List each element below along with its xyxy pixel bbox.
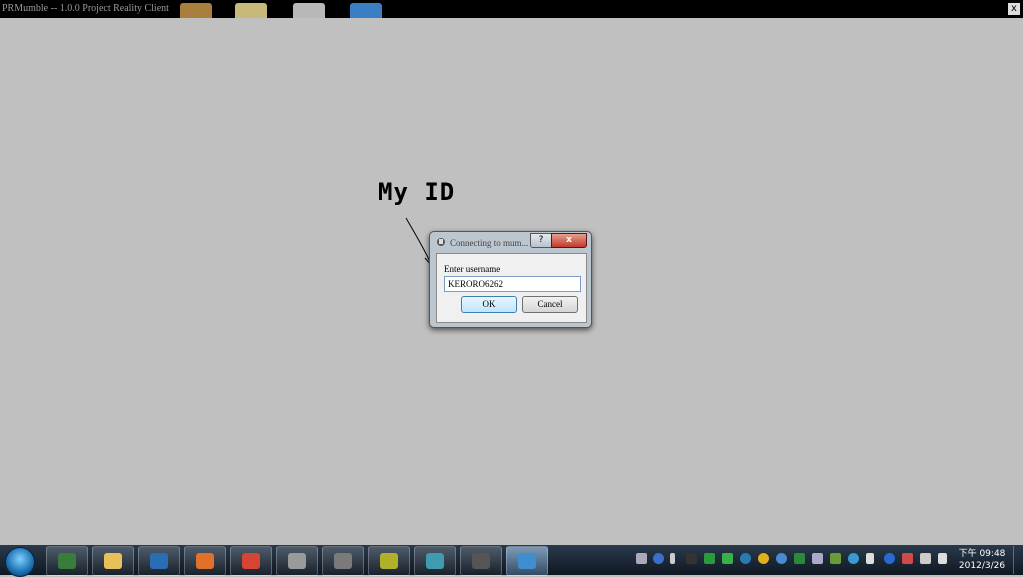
taskbar-app-chrome[interactable] (230, 546, 272, 576)
dialog-title: Connecting to mum... (450, 238, 529, 248)
app-console-icon (472, 553, 490, 569)
tray-usb-icon[interactable] (670, 553, 675, 564)
taskbar-app-app-console[interactable] (460, 546, 502, 576)
tray-security-icon[interactable] (902, 553, 913, 564)
window-title: PRMumble -- 1.0.0 Project Reality Client (2, 3, 169, 14)
taskbar-clock[interactable]: 下午 09:48 2012/3/26 (958, 548, 1006, 572)
chrome-icon (242, 553, 260, 569)
tray-app-icon-5[interactable] (758, 553, 769, 564)
tray-app-icon-8[interactable] (812, 553, 823, 564)
tray-app-icon-3[interactable] (722, 553, 733, 564)
app-99-icon (380, 553, 398, 569)
clock-time: 下午 09:48 (958, 549, 1006, 559)
thumbnail-3[interactable] (293, 3, 325, 18)
tray-app-icon-1[interactable] (686, 553, 697, 564)
tray-app-icon-2[interactable] (704, 553, 715, 564)
app-teamspeak-icon (426, 553, 444, 569)
tray-network-status-icon[interactable] (920, 553, 931, 564)
app-shield-1-icon (288, 553, 306, 569)
ok-button[interactable]: OK (461, 296, 517, 313)
dialog-help-button[interactable]: ? (530, 233, 552, 248)
taskbar-app-app-shield-1[interactable] (276, 546, 318, 576)
taskbar: 下午 09:48 2012/3/26 (0, 545, 1023, 577)
dialog-close-button[interactable]: x (551, 233, 587, 248)
tray-app-icon-10[interactable] (848, 553, 859, 564)
tray-app-icon-9[interactable] (830, 553, 841, 564)
taskbar-app-vb[interactable] (138, 546, 180, 576)
mumble-icon (437, 238, 445, 246)
window-close-button[interactable]: x (1008, 3, 1020, 15)
annotation-label: My ID (378, 178, 456, 206)
clock-date: 2012/3/26 (958, 561, 1006, 571)
cancel-button[interactable]: Cancel (522, 296, 578, 313)
taskbar-app-app-teamspeak[interactable] (414, 546, 456, 576)
thumbnail-1[interactable] (180, 3, 212, 18)
taskbar-app-app-99[interactable] (368, 546, 410, 576)
start-button[interactable] (5, 547, 35, 577)
tray-app-icon-6[interactable] (776, 553, 787, 564)
firefox-icon (196, 553, 214, 569)
vb-icon (150, 553, 168, 569)
tray-network-icon[interactable] (636, 553, 647, 564)
taskbar-app-app-shield-2[interactable] (322, 546, 364, 576)
show-desktop-button[interactable] (1013, 546, 1023, 574)
remote-desktop-icon (58, 553, 76, 569)
window-titlebar: PRMumble -- 1.0.0 Project Reality Client… (0, 0, 1023, 18)
dialog-body: Enter username KERORO6262 OK Cancel (436, 253, 587, 323)
connect-dialog: Connecting to mum... ? x Enter username … (429, 231, 592, 328)
tray-help-icon[interactable] (653, 553, 664, 564)
username-input[interactable]: KERORO6262 (444, 276, 581, 292)
tray-app-icon-7[interactable] (794, 553, 805, 564)
taskbar-app-prmumble[interactable] (506, 546, 548, 576)
tray-app-icon-11[interactable] (884, 553, 895, 564)
tray-app-icon-4[interactable] (740, 553, 751, 564)
username-label: Enter username (444, 264, 501, 274)
taskbar-app-explorer[interactable] (92, 546, 134, 576)
explorer-icon (104, 553, 122, 569)
tray-volume-icon[interactable] (938, 553, 947, 564)
taskbar-app-remote-desktop[interactable] (46, 546, 88, 576)
taskbar-app-firefox[interactable] (184, 546, 226, 576)
thumbnail-4[interactable] (350, 3, 382, 18)
thumbnail-2[interactable] (235, 3, 267, 18)
app-shield-2-icon (334, 553, 352, 569)
prmumble-icon (518, 553, 536, 569)
tray-flag-icon[interactable] (866, 553, 874, 564)
